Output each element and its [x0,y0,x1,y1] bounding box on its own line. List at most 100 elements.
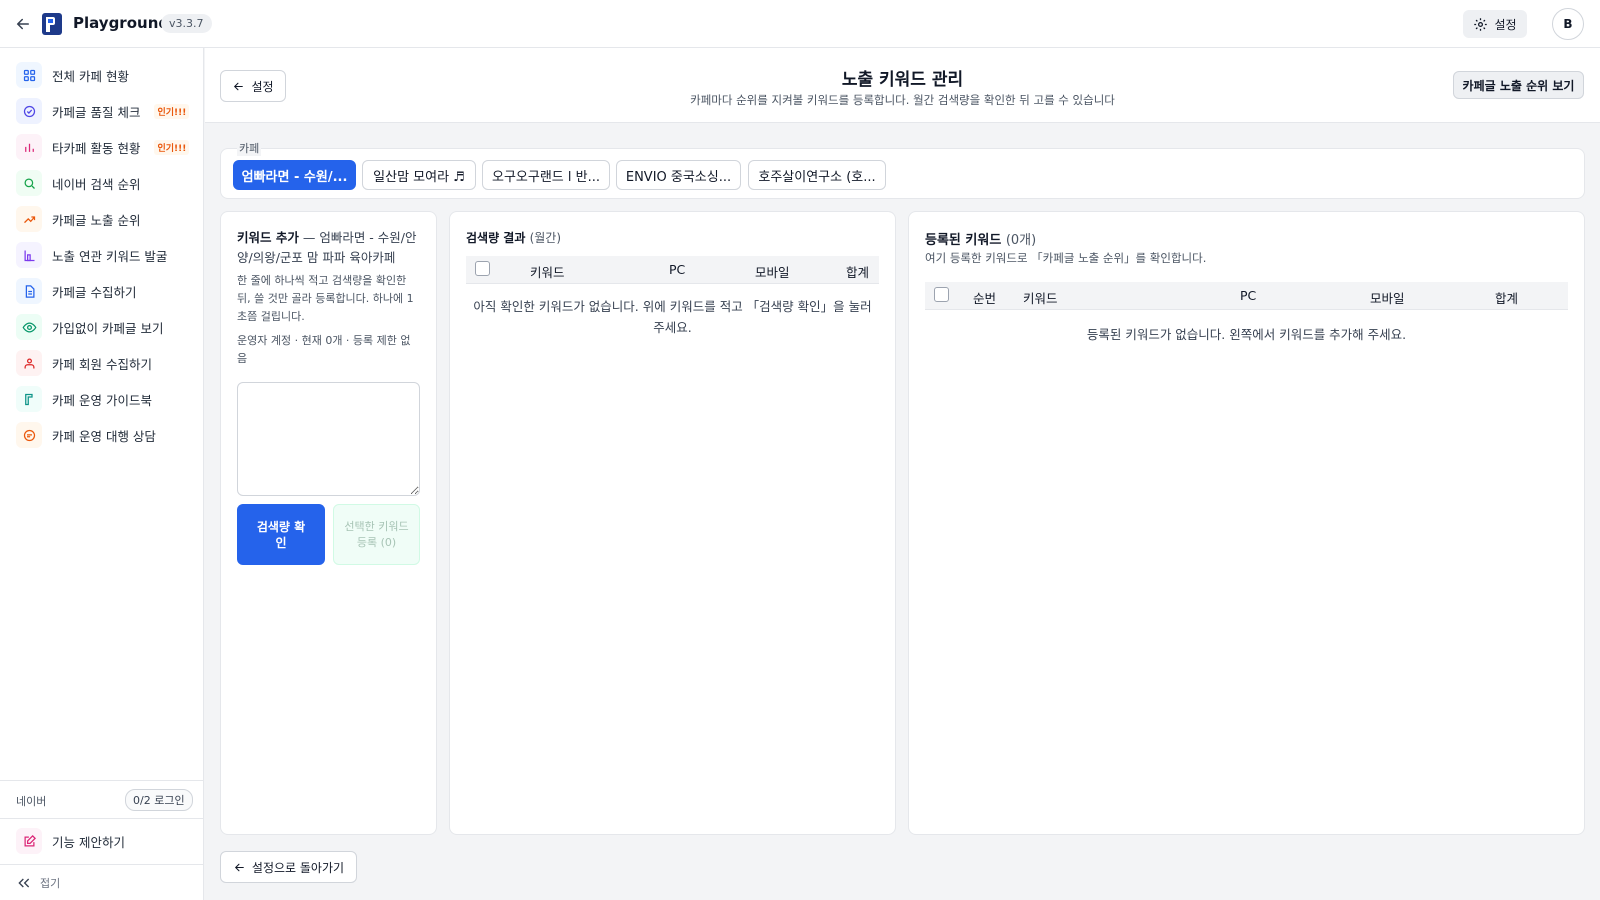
sidebar-item-naver-search-rank[interactable]: 네이버 검색 순위 [16,168,196,198]
divider [0,818,204,819]
sidebar-item-label: 카페 운영 대행 상담 [52,428,156,444]
registered-empty: 등록된 키워드가 없습니다. 왼쪽에서 키워드를 추가해 주세요. [1086,327,1407,342]
sidebar-item-collect-posts[interactable]: 카페글 수집하기 [16,276,196,306]
sidebar-item-label: 카페 회원 수집하기 [52,356,152,372]
trending-up-icon [16,206,42,232]
app-title: Playground [73,14,170,32]
cafe-label: 카페 [237,140,262,156]
column-header: 모바일 [1370,291,1405,306]
search-result-panel: 검색량 결과 (월간) 키워드 PC 모바일 합계 아직 확인한 키워드가 없습… [449,211,896,835]
registered-count: (0개) [1005,233,1037,248]
sidebar-item-label: 카페글 노출 순위 [52,212,141,228]
view-exposure-rank-button[interactable]: 카페글 노출 순위 보기 [1453,71,1584,99]
sidebar-item-label: 가입없이 카페글 보기 [52,320,164,336]
book-icon [16,386,42,412]
search-result-heading: 검색량 결과 [466,231,526,245]
arrow-left-icon [234,82,244,90]
registered-table-header: 순번 키워드 PC 모바일 합계 [925,282,1568,310]
search-result-period: (월간) [529,231,562,245]
column-header: 모바일 [755,265,790,280]
check-circle-icon [16,98,42,124]
app-logo-icon [42,13,62,35]
back-to-settings-button[interactable]: 설정 [220,70,286,102]
cafe-tab[interactable]: ENVIO 중국소싱... [616,160,741,190]
keyword-add-panel: 키워드 추가 — 엄빠라면 - 수원/안양/의왕/군포 맘 파파 육아카페 한 … [220,211,437,835]
page-header: 노출 키워드 관리 카페마다 순위를 지켜볼 키워드를 등록합니다. 월간 검색… [205,48,1600,123]
sidebar-item-label: 노출 연관 키워드 발굴 [52,248,168,264]
top-bar: Playground v3.3.7 설정 B [0,0,1600,48]
column-header: 키워드 [1023,291,1058,306]
column-header: PC [669,262,686,277]
gear-icon [1474,17,1488,31]
sidebar-item-collect-members[interactable]: 카페 회원 수집하기 [16,348,196,378]
sidebar-item-label: 타카페 활동 현황 [52,140,141,156]
sidebar: 전체 카페 현황 카페글 품질 체크 인기!!! 타카페 활동 현황 인기!!!… [0,48,204,900]
registered-heading: 등록된 키워드 [925,233,1002,248]
settings-label: 설정 [1494,17,1517,32]
select-all-checkbox[interactable] [475,261,490,276]
sidebar-item-other-cafe-activity[interactable]: 타카페 활동 현황 인기!!! [16,132,196,162]
avatar[interactable]: B [1552,8,1584,40]
hot-badge: 인기!!! [154,103,190,119]
document-icon [16,278,42,304]
version-badge: v3.3.7 [161,14,212,33]
chat-icon [16,422,42,448]
registered-keywords-panel: 등록된 키워드 (0개) 여기 등록한 키워드로 「카페글 노출 순위」를 확인… [908,211,1585,835]
column-header: PC [1240,288,1257,303]
eye-icon [16,314,42,340]
chevrons-left-icon [18,878,30,888]
sidebar-item-suggest-feature[interactable]: 기능 제안하기 [16,826,196,856]
bar-chart-icon [16,134,42,160]
sidebar-item-label: 카페글 품질 체크 [52,104,141,120]
back-footer-label: 설정으로 돌아가기 [251,860,345,875]
divider [0,780,204,781]
sidebar-item-consulting[interactable]: 카페 운영 대행 상담 [16,420,196,450]
search-result-empty: 아직 확인한 키워드가 없습니다. 위에 키워드를 적고 「검색량 확인」을 눌… [473,299,872,335]
collapse-button[interactable]: 접기 [16,875,60,891]
naver-login-badge[interactable]: 0/2 로그인 [125,789,193,811]
cafe-tab[interactable]: 호주살이연구소 (호... [748,160,886,190]
select-all-checkbox[interactable] [934,287,949,302]
page-subtitle: 카페마다 순위를 지켜볼 키워드를 등록합니다. 월간 검색량을 확인한 뒤 고… [690,93,1115,107]
sidebar-item-label: 네이버 검색 순위 [52,176,141,192]
cafe-tab[interactable]: 일산맘 모여라 ♬ [362,160,476,190]
search-result-title: 검색량 결과 (월간) [466,229,561,246]
register-selected-button[interactable]: 선택한 키워드 등록 (0) [333,504,420,565]
sidebar-item-cafe-overview[interactable]: 전체 카페 현황 [16,60,196,90]
check-search-volume-button[interactable]: 검색량 확인 [237,504,325,565]
cafe-tab[interactable]: 엄빠라면 - 수원/... [233,160,356,190]
users-icon [16,350,42,376]
back-arrow-icon[interactable] [14,15,32,33]
search-icon [16,170,42,196]
keyword-add-limit: 운영자 계정 · 현재 0개 · 등록 제한 없음 [237,334,411,365]
sidebar-item-label: 카페 운영 가이드북 [52,392,152,408]
chart-columns-icon [16,242,42,268]
grid-icon [16,62,42,88]
sidebar-item-label: 카페글 수집하기 [52,284,137,300]
registered-title: 등록된 키워드 (0개) [925,229,1036,248]
column-header: 합계 [1495,291,1519,306]
sidebar-item-quality-check[interactable]: 카페글 품질 체크 인기!!! [16,96,196,126]
naver-label: 네이버 [16,795,47,808]
sidebar-item-label: 전체 카페 현황 [52,68,129,84]
settings-button[interactable]: 설정 [1463,10,1527,38]
back-to-settings-footer-button[interactable]: 설정으로 돌아가기 [220,851,357,883]
sidebar-item-related-keywords[interactable]: 노출 연관 키워드 발굴 [16,240,196,270]
collapse-label: 접기 [40,877,61,890]
sidebar-item-guidebook[interactable]: 카페 운영 가이드북 [16,384,196,414]
column-header: 순번 [973,291,997,306]
back-label: 설정 [251,79,274,94]
sidebar-item-label: 기능 제안하기 [52,834,125,850]
divider [0,864,204,865]
keyword-input[interactable] [237,382,420,496]
column-header: 키워드 [530,265,565,280]
cafe-tab[interactable]: 오구오구랜드 l 반... [482,160,610,190]
sidebar-item-view-without-join[interactable]: 가입없이 카페글 보기 [16,312,196,342]
keyword-add-title: 키워드 추가 — 엄빠라면 - 수원/안양/의왕/군포 맘 파파 육아카페 [237,228,419,268]
column-header: 합계 [846,265,870,280]
arrow-left-icon [234,863,244,871]
page-title: 노출 키워드 관리 [841,70,964,90]
keyword-add-description: 한 줄에 하나씩 적고 검색량을 확인한 뒤, 쓸 것만 골라 등록합니다. 하… [237,274,414,323]
sidebar-item-post-exposure-rank[interactable]: 카페글 노출 순위 [16,204,196,234]
registered-subtitle: 여기 등록한 키워드로 「카페글 노출 순위」를 확인합니다. [925,251,1207,265]
